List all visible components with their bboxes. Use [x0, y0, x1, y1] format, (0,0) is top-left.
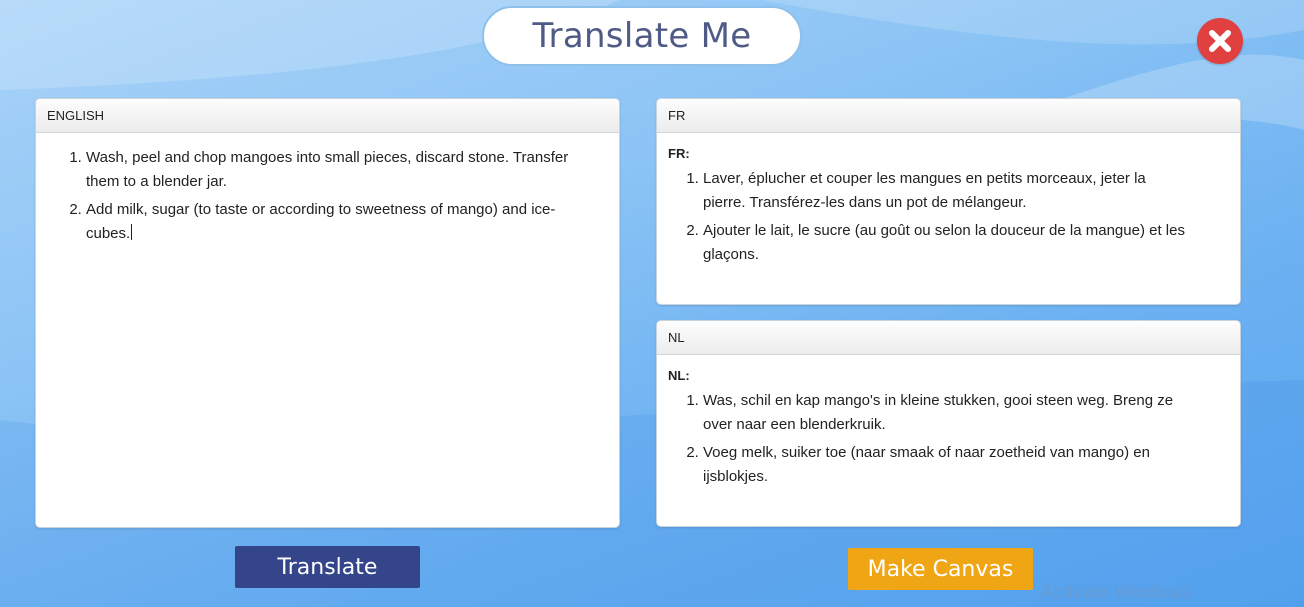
french-step-1: Laver, éplucher et couper les mangues en… [703, 167, 1190, 215]
dutch-output-label: NL: [668, 368, 690, 383]
dutch-steps-list: Was, schil en kap mango's in kleine stuk… [668, 389, 1190, 489]
english-steps-list: Wash, peel and chop mangoes into small p… [47, 146, 579, 246]
translate-button[interactable]: Translate [235, 546, 420, 588]
french-step-2: Ajouter le lait, le sucre (au goût ou se… [703, 219, 1190, 267]
activate-windows-watermark: Activate Windows [1041, 582, 1191, 603]
close-button[interactable] [1197, 18, 1243, 64]
dutch-output-body: NL: Was, schil en kap mango's in kleine … [657, 355, 1240, 489]
make-canvas-button[interactable]: Make Canvas [848, 548, 1033, 590]
french-steps-list: Laver, éplucher et couper les mangues en… [668, 167, 1190, 267]
english-step-2: Add milk, sugar (to taste or according t… [86, 198, 579, 246]
text-cursor [131, 224, 133, 240]
english-step-1: Wash, peel and chop mangoes into small p… [86, 146, 579, 194]
app-title: Translate Me [532, 16, 752, 56]
dutch-step-2: Voeg melk, suiker toe (naar smaak of naa… [703, 441, 1190, 489]
dutch-step-1: Was, schil en kap mango's in kleine stuk… [703, 389, 1190, 437]
english-panel-header: ENGLISH [36, 99, 619, 133]
close-icon [1209, 30, 1231, 52]
french-panel-header: FR [657, 99, 1240, 133]
english-step-2-text: Add milk, sugar (to taste or according t… [86, 201, 556, 242]
dutch-panel-header: NL [657, 321, 1240, 355]
english-input-editor[interactable]: Wash, peel and chop mangoes into small p… [36, 133, 619, 246]
french-output-body: FR: Laver, éplucher et couper les mangue… [657, 133, 1240, 267]
dutch-output-panel: NL NL: Was, schil en kap mango's in klei… [656, 320, 1241, 527]
french-output-label: FR: [668, 146, 690, 161]
english-input-panel[interactable]: ENGLISH Wash, peel and chop mangoes into… [35, 98, 620, 528]
french-output-panel: FR FR: Laver, éplucher et couper les man… [656, 98, 1241, 305]
app-title-pill: Translate Me [482, 6, 802, 66]
